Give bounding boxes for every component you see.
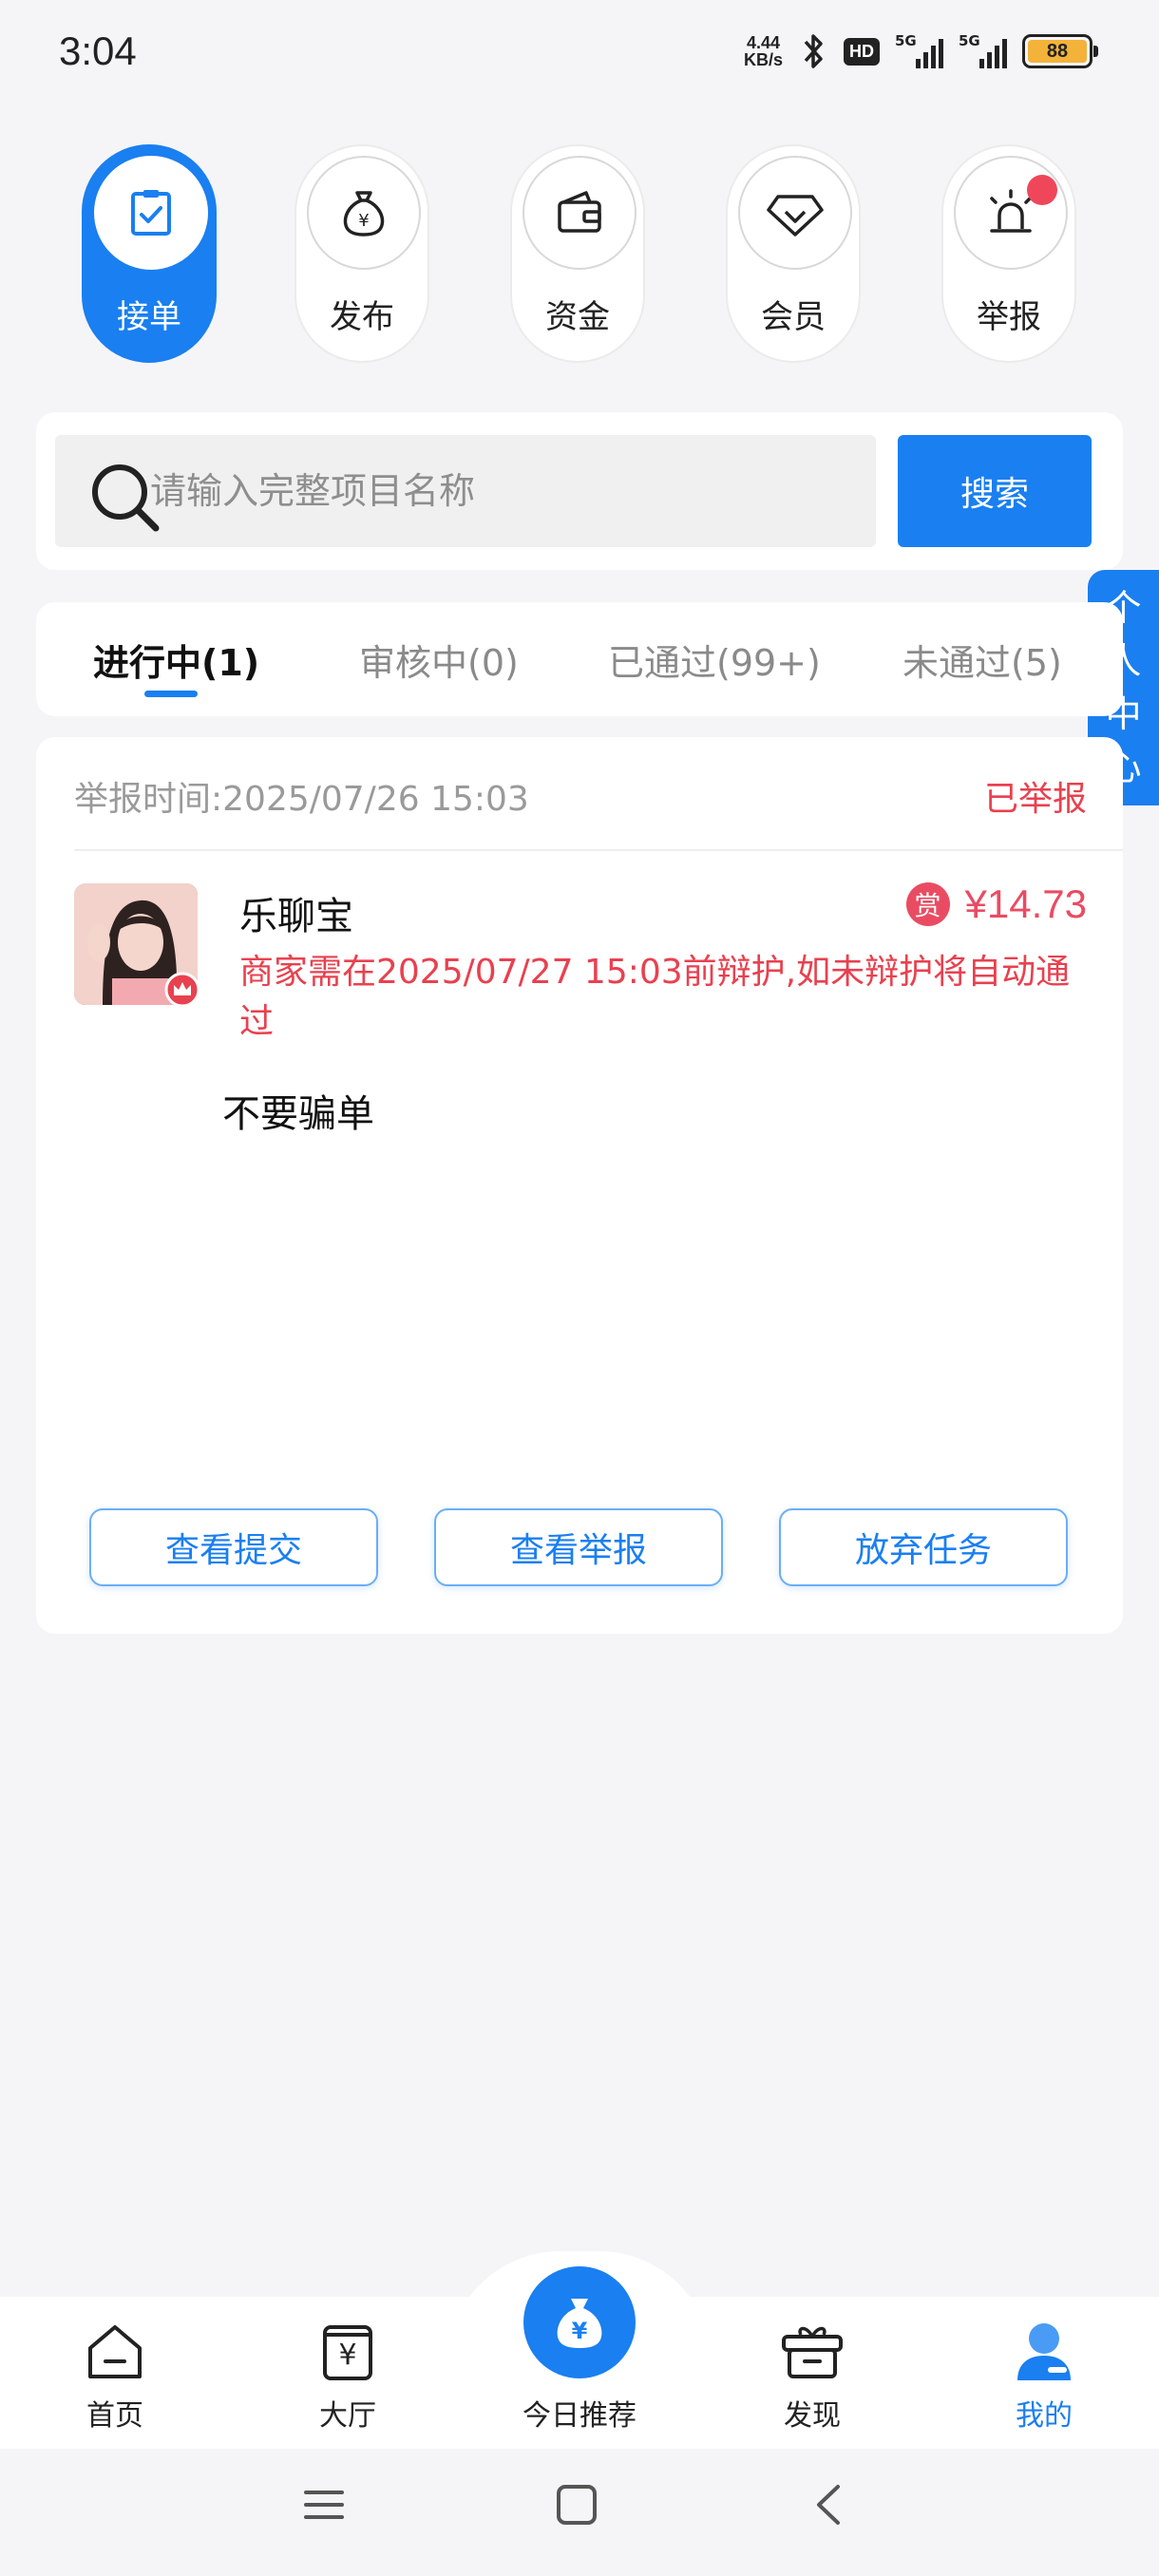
deadline-notice: 商家需在2025/07/27 15:03前辩护,如未辩护将自动通过 xyxy=(239,953,1071,1041)
svg-text:¥: ¥ xyxy=(572,2318,588,2344)
task-card: 举报时间:2025/07/26 15:03 已举报 乐聊宝 赏 ¥14.73 商… xyxy=(36,737,1123,1634)
action-publish[interactable]: ¥ 发布 xyxy=(294,144,429,363)
tab-rejected[interactable]: 未通过(5) xyxy=(902,602,1062,716)
status-bar: 3:04 4.44 KB/s HD 5G 5G 88 xyxy=(0,0,1159,104)
bluetooth-icon xyxy=(804,34,823,68)
view-submission-button[interactable]: 查看提交 xyxy=(89,1508,378,1586)
svg-text:¥: ¥ xyxy=(358,211,369,231)
network-speed: 4.44 KB/s xyxy=(744,34,783,68)
active-tab-indicator xyxy=(144,691,198,697)
nav-discover[interactable]: 发现 xyxy=(736,2297,888,2449)
menu-icon[interactable] xyxy=(302,2483,346,2527)
avatar xyxy=(74,883,198,1005)
action-funds[interactable]: 资金 xyxy=(510,144,645,363)
view-report-button[interactable]: 查看举报 xyxy=(434,1508,723,1586)
battery-level: 88 xyxy=(1028,40,1087,63)
nav-label: 大厅 xyxy=(319,2399,376,2433)
divider xyxy=(74,849,1123,851)
diamond-icon xyxy=(738,156,852,270)
search-box xyxy=(55,435,876,547)
hd-badge: HD xyxy=(844,37,880,66)
status-time: 3:04 xyxy=(59,28,137,73)
battery-icon: 88 xyxy=(1022,34,1098,68)
signal-icon: 5G xyxy=(895,32,943,68)
tab-under-review[interactable]: 审核中(0) xyxy=(359,602,519,716)
action-label: 发布 xyxy=(330,298,394,336)
reward-amount: ¥14.73 xyxy=(964,881,1087,926)
status-tabs: 进行中(1) 审核中(0) 已通过(99+) 未通过(5) xyxy=(36,602,1123,716)
reward-badge: 赏 xyxy=(905,882,950,926)
today-recommend-button[interactable]: ¥ xyxy=(523,2266,636,2378)
merchant-name: 乐聊宝 xyxy=(239,895,353,938)
money-bag-icon: ¥ xyxy=(307,156,421,270)
abandon-task-button[interactable]: 放弃任务 xyxy=(779,1508,1068,1586)
svg-text:¥: ¥ xyxy=(338,2339,356,2372)
network-speed-value: 4.44 xyxy=(746,33,781,52)
search-button[interactable]: 搜索 xyxy=(898,435,1092,547)
user-icon xyxy=(1017,2323,1071,2380)
nav-label: 今日推荐 xyxy=(522,2399,636,2433)
action-label: 接单 xyxy=(117,298,181,336)
back-icon[interactable] xyxy=(809,2483,847,2527)
nav-hall[interactable]: ¥ 大厅 xyxy=(272,2297,424,2449)
home-square-icon[interactable] xyxy=(555,2483,598,2527)
action-label: 资金 xyxy=(545,298,610,336)
signal-icon: 5G xyxy=(959,32,1007,68)
status-icons: 4.44 KB/s HD 5G 5G 88 xyxy=(744,32,1098,70)
search-input[interactable] xyxy=(150,435,853,547)
action-label: 举报 xyxy=(977,298,1041,336)
action-label: 会员 xyxy=(761,298,826,336)
receipt-icon: ¥ xyxy=(323,2325,372,2380)
alarm-light-icon xyxy=(954,156,1068,270)
search-card: 搜索 xyxy=(36,412,1123,570)
nav-mine[interactable]: 我的 xyxy=(968,2297,1120,2449)
reward: 赏 ¥14.73 xyxy=(905,881,1087,927)
crown-badge-icon xyxy=(164,972,198,1005)
status-badge: 已举报 xyxy=(983,780,1087,819)
money-bag-icon: ¥ xyxy=(557,2299,602,2348)
nav-label: 发现 xyxy=(784,2399,841,2433)
nav-home[interactable]: 首页 xyxy=(39,2297,191,2449)
wallet-icon xyxy=(522,156,636,270)
notification-dot xyxy=(1027,175,1057,205)
tab-in-progress[interactable]: 进行中(1) xyxy=(93,602,259,716)
nav-label: 首页 xyxy=(86,2399,143,2433)
clipboard-check-icon xyxy=(94,156,208,270)
action-report[interactable]: 举报 xyxy=(941,144,1076,363)
action-bar: 接单 ¥ 发布 资金 会员 举报 xyxy=(0,144,1159,363)
network-speed-unit: KB/s xyxy=(743,50,783,69)
action-accept-order[interactable]: 接单 xyxy=(82,144,217,363)
action-membership[interactable]: 会员 xyxy=(726,144,861,363)
nav-label: 我的 xyxy=(1016,2399,1073,2433)
system-nav-bar xyxy=(0,2449,1159,2576)
home-icon xyxy=(88,2325,142,2378)
report-reason: 不要骗单 xyxy=(222,1092,374,1136)
tab-approved[interactable]: 已通过(99+) xyxy=(608,602,821,716)
gift-box-icon xyxy=(782,2326,843,2378)
report-time: 举报时间:2025/07/26 15:03 xyxy=(74,780,529,819)
